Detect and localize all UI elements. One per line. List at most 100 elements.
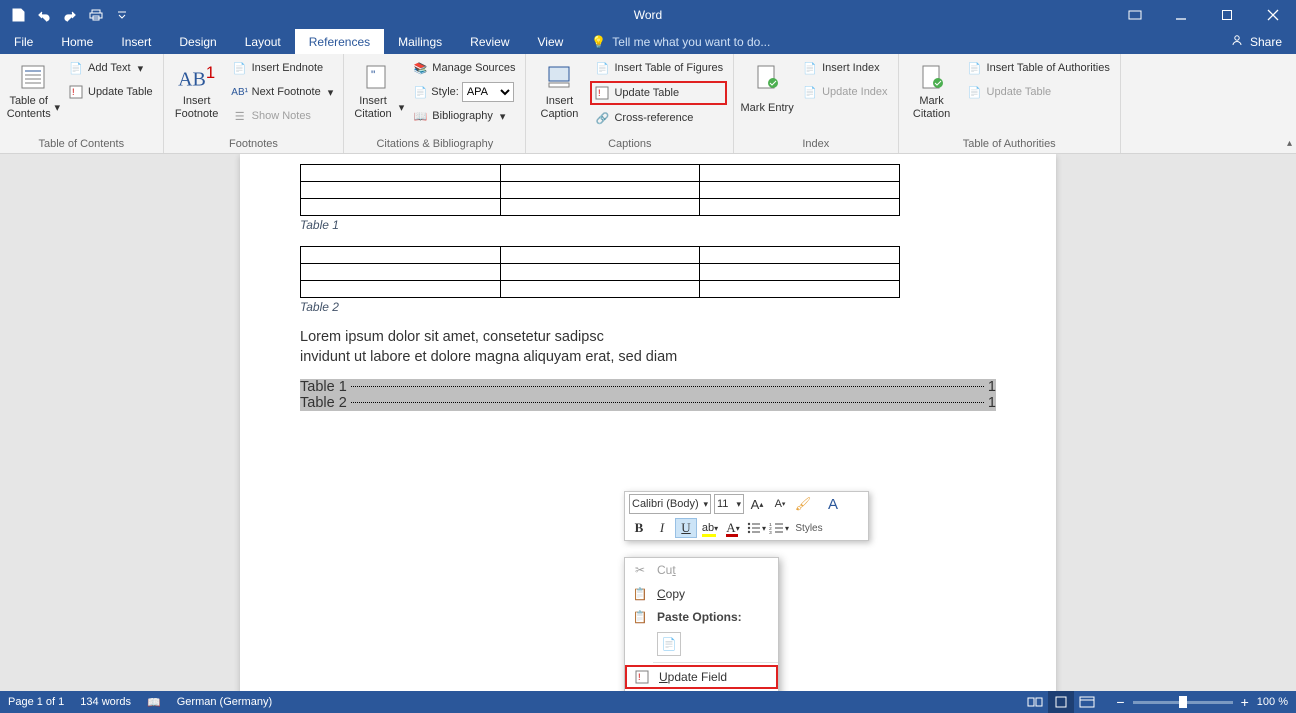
share-button[interactable]: Share	[1216, 29, 1296, 54]
ctx-update-field[interactable]: !Update Field	[625, 665, 778, 689]
ctx-separator-1	[653, 662, 778, 663]
spellcheck-icon[interactable]: 📖	[147, 696, 161, 709]
update-toa-button[interactable]: 📄Update Table	[963, 81, 1114, 103]
update-index-button[interactable]: 📄Update Index	[798, 81, 891, 103]
tof-entry-2-label: Table 2	[300, 395, 347, 411]
read-mode-button[interactable]	[1022, 691, 1048, 713]
insert-toa-button[interactable]: 📄Insert Table of Authorities	[963, 57, 1114, 79]
redo-button[interactable]	[58, 3, 82, 27]
add-text-label: Add Text	[88, 62, 131, 74]
mark-entry-button[interactable]: Mark Entry	[740, 57, 794, 121]
tab-references[interactable]: References	[295, 29, 384, 54]
ctx-copy[interactable]: 📋Copy	[625, 582, 778, 606]
zoom-slider[interactable]	[1133, 701, 1233, 704]
status-page[interactable]: Page 1 of 1	[8, 696, 64, 708]
table-of-contents-button[interactable]: Table of Contents ▾	[6, 57, 60, 121]
tab-view[interactable]: View	[524, 29, 578, 54]
zoom-in-button[interactable]: +	[1241, 694, 1249, 710]
body-paragraph[interactable]: Lorem ipsum dolor sit amet, consetetur s…	[300, 328, 996, 367]
styles-button[interactable]: A	[816, 492, 850, 516]
print-layout-button[interactable]	[1048, 691, 1074, 713]
mini-font-select[interactable]: Calibri (Body)▾	[629, 494, 711, 514]
manage-sources-button[interactable]: 📚Manage Sources	[408, 57, 519, 79]
font-color-button[interactable]: A▾	[723, 518, 743, 538]
italic-button[interactable]: I	[652, 518, 672, 538]
tof-leader-1	[351, 375, 984, 387]
window-controls	[1112, 0, 1296, 29]
decrease-font-button[interactable]: A▾	[770, 494, 790, 514]
show-notes-icon: ☰	[232, 108, 248, 124]
tof-entry-2[interactable]: Table 2 1	[300, 395, 996, 411]
numbering-button[interactable]: 123▾	[769, 518, 789, 538]
collapse-ribbon-button[interactable]: ▴	[1287, 138, 1292, 149]
styles-label: Styles	[792, 523, 826, 534]
tab-insert[interactable]: Insert	[107, 29, 165, 54]
add-text-button[interactable]: 📄Add Text ▾	[64, 57, 157, 79]
insert-index-button[interactable]: 📄Insert Index	[798, 57, 891, 79]
tab-file[interactable]: File	[0, 29, 47, 54]
insert-endnote-button[interactable]: 📄Insert Endnote	[228, 57, 338, 79]
bibliography-button[interactable]: 📖Bibliography ▾	[408, 105, 519, 127]
status-words[interactable]: 134 words	[80, 696, 131, 708]
tab-design[interactable]: Design	[165, 29, 230, 54]
cross-reference-label: Cross-reference	[614, 112, 693, 124]
close-button[interactable]	[1250, 0, 1296, 29]
next-footnote-button[interactable]: AB¹Next Footnote ▾	[228, 81, 338, 103]
highlight-button[interactable]: ab▾	[700, 518, 720, 538]
svg-text:!: !	[598, 88, 601, 98]
save-button[interactable]	[6, 3, 30, 27]
update-table-captions-button[interactable]: !Update Table	[590, 81, 727, 105]
tab-layout[interactable]: Layout	[231, 29, 295, 54]
maximize-button[interactable]	[1204, 0, 1250, 29]
zoom-thumb[interactable]	[1179, 696, 1187, 708]
mark-citation-button[interactable]: Mark Citation	[905, 57, 959, 121]
tab-mailings[interactable]: Mailings	[384, 29, 456, 54]
tof-entry-2-page: 1	[988, 395, 996, 411]
caption-icon	[543, 61, 575, 93]
style-dropdown[interactable]: APA	[462, 82, 514, 102]
zoom-out-button[interactable]: −	[1116, 694, 1124, 710]
document-table-2[interactable]	[300, 246, 900, 298]
endnote-icon: 📄	[232, 60, 248, 76]
document-table-1[interactable]	[300, 164, 900, 216]
insert-caption-button[interactable]: Insert Caption	[532, 57, 586, 121]
quick-print-button[interactable]	[84, 3, 108, 27]
cross-reference-button[interactable]: 🔗Cross-reference	[590, 107, 727, 129]
increase-font-button[interactable]: A▴	[747, 494, 767, 514]
style-icon: 📄	[412, 84, 428, 100]
mini-size-select[interactable]: 11▾	[714, 494, 744, 514]
ctx-cut[interactable]: ✂Cut	[625, 558, 778, 582]
insert-footnote-button[interactable]: AB1 Insert Footnote	[170, 57, 224, 121]
share-label: Share	[1250, 35, 1282, 49]
tab-review[interactable]: Review	[456, 29, 523, 54]
ribbon-display-button[interactable]	[1112, 0, 1158, 29]
update-toc-button[interactable]: !Update Table	[64, 81, 157, 103]
zoom-level[interactable]: 100 %	[1257, 696, 1288, 708]
status-language[interactable]: German (Germany)	[177, 696, 272, 708]
title-bar: Word	[0, 0, 1296, 29]
format-painter-button[interactable]: 🖌	[793, 494, 813, 514]
bold-button[interactable]: B	[629, 518, 649, 538]
undo-button[interactable]	[32, 3, 56, 27]
caption-table-2[interactable]: Table 2	[300, 300, 996, 314]
citation-style-select[interactable]: 📄 Style: APA	[408, 81, 519, 103]
underline-button[interactable]: U	[675, 518, 697, 538]
table-of-figures-field[interactable]: Table 1 1 Table 2 1	[300, 379, 996, 411]
insert-citation-button[interactable]: " Insert Citation ▾	[350, 57, 404, 121]
qat-customize-button[interactable]	[110, 3, 134, 27]
tell-me-search[interactable]: 💡 Tell me what you want to do...	[577, 29, 770, 54]
paste-keep-source-button[interactable]: 📄	[657, 632, 681, 656]
web-layout-button[interactable]	[1074, 691, 1100, 713]
ctx-copy-label: Copy	[657, 587, 685, 601]
svg-text:!: !	[638, 672, 641, 682]
update-index-icon: 📄	[802, 84, 818, 100]
bullets-button[interactable]: ▾	[746, 518, 766, 538]
insert-citation-label: Insert Citation	[350, 95, 395, 120]
minimize-button[interactable]	[1158, 0, 1204, 29]
ctx-edit-field[interactable]: Edit Field...	[625, 689, 778, 691]
insert-table-of-figures-button[interactable]: 📄Insert Table of Figures	[590, 57, 727, 79]
show-notes-button[interactable]: ☰Show Notes	[228, 105, 338, 127]
caption-table-1[interactable]: Table 1	[300, 218, 996, 232]
next-footnote-icon: AB¹	[232, 84, 248, 100]
tab-home[interactable]: Home	[47, 29, 107, 54]
